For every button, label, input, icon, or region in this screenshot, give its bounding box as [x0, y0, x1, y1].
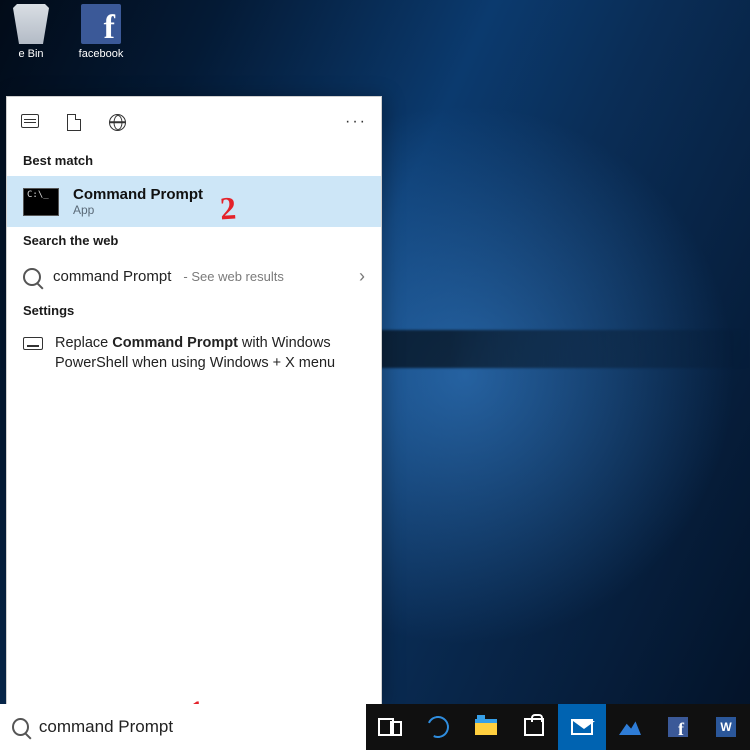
result-web[interactable]: command Prompt - See web results › [7, 256, 381, 297]
filter-apps-icon[interactable] [21, 114, 39, 128]
facebook-icon [81, 4, 121, 44]
search-icon [12, 718, 29, 736]
word-button[interactable]: W [702, 704, 750, 750]
section-search-web: Search the web [7, 227, 381, 256]
desktop-icon-label: e Bin [2, 48, 60, 60]
file-explorer-button[interactable] [462, 704, 510, 750]
facebook-icon [668, 717, 688, 737]
taskbar-search-input[interactable] [39, 717, 354, 737]
taskbar-search[interactable] [0, 704, 366, 750]
facebook-button[interactable] [654, 704, 702, 750]
result-title: Command Prompt [73, 186, 203, 203]
store-button[interactable] [510, 704, 558, 750]
section-settings: Settings [7, 297, 381, 326]
store-icon [524, 718, 544, 736]
photos-icon [619, 719, 641, 735]
edge-icon [424, 713, 452, 741]
result-subtitle: App [73, 203, 203, 217]
mail-icon [571, 719, 593, 735]
recycle-bin-icon [11, 4, 51, 44]
desktop-icon-recycle-bin[interactable]: e Bin [2, 4, 60, 60]
taskbar: W [0, 704, 750, 750]
task-view-icon [378, 718, 402, 736]
chevron-right-icon[interactable]: › [359, 266, 365, 287]
start-search-flyout: ··· Best match Command Prompt App Search… [6, 96, 382, 706]
word-icon: W [716, 717, 736, 737]
keyboard-icon [23, 337, 43, 350]
filter-web-icon[interactable] [109, 114, 126, 131]
desktop-icon-facebook[interactable]: facebook [72, 4, 130, 60]
command-prompt-icon [23, 188, 59, 216]
file-explorer-icon [475, 719, 497, 735]
search-icon [23, 268, 41, 286]
web-query: command Prompt [53, 268, 171, 285]
settings-text: Replace Command Prompt with Windows Powe… [55, 334, 365, 373]
taskbar-pinned: W [366, 704, 750, 750]
result-settings[interactable]: Replace Command Prompt with Windows Powe… [7, 326, 381, 373]
result-best-match[interactable]: Command Prompt App [7, 176, 381, 227]
desktop: e Bin facebook ··· Best match Command Pr… [0, 0, 750, 750]
web-hint: See web results [191, 269, 284, 284]
task-view-button[interactable] [366, 704, 414, 750]
more-button[interactable]: ··· [345, 113, 367, 131]
photos-button[interactable] [606, 704, 654, 750]
filter-documents-icon[interactable] [67, 114, 81, 131]
search-filter-bar: ··· [7, 97, 381, 147]
desktop-icon-label: facebook [72, 48, 130, 60]
edge-button[interactable] [414, 704, 462, 750]
section-best-match: Best match [7, 147, 381, 176]
desktop-icons: e Bin facebook [0, 4, 130, 60]
mail-button[interactable] [558, 704, 606, 750]
